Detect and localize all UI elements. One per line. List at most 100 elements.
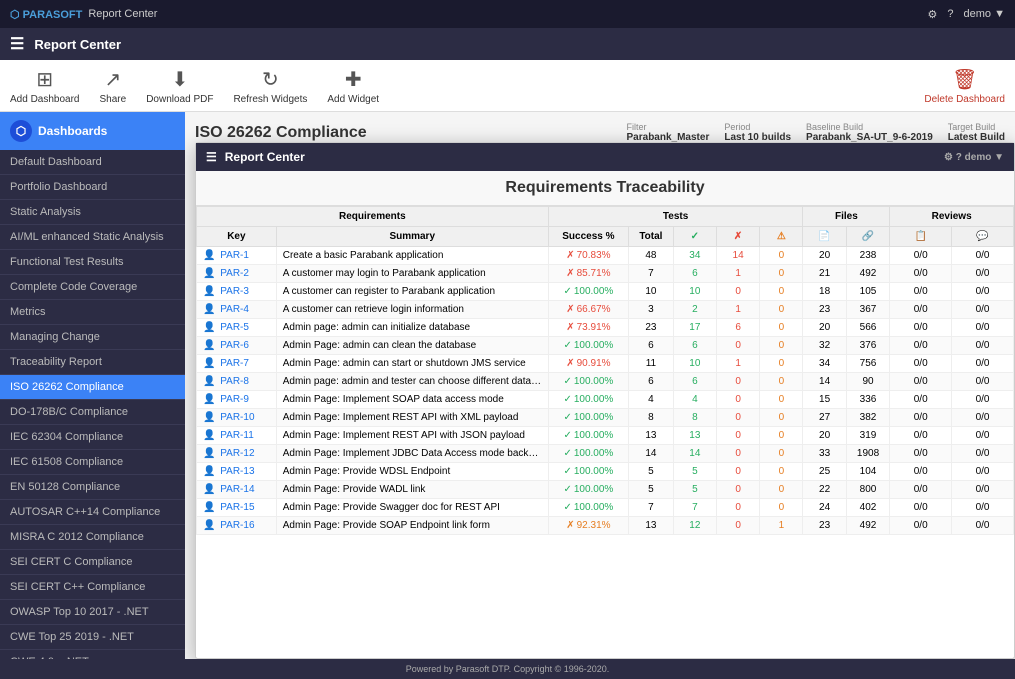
add-widget-button[interactable]: ✚ Add Widget [327,67,379,105]
sidebar-item-traceability-report[interactable]: Traceability Report [0,350,185,375]
table-row: 👤 PAR-3 A customer can register to Parab… [197,283,1014,301]
sidebar-item-iec-61508-compliance[interactable]: IEC 61508 Compliance [0,450,185,475]
req-review1: 0/0 [890,373,952,391]
req-review1: 0/0 [890,445,952,463]
refresh-widgets-button[interactable]: ↻ Refresh Widgets [233,67,307,105]
req-summary: Admin Page: Implement REST API with XML … [276,409,548,427]
sidebar-item-sei-cert-c-compliance[interactable]: SEI CERT C Compliance [0,550,185,575]
sidebar-item-complete-code-coverage[interactable]: Complete Code Coverage [0,275,185,300]
share-label: Share [100,94,127,105]
req-key[interactable]: 👤 PAR-8 [197,373,277,391]
header-title: Report Center [34,37,121,52]
req-failed: 0 [716,337,759,355]
req-key[interactable]: 👤 PAR-6 [197,337,277,355]
req-filelink: 382 [846,409,890,427]
file-link-header: 🔗 [846,227,890,247]
review-comment-header: 💬 [952,227,1014,247]
sidebar-item-sei-cert-c++-compliance[interactable]: SEI CERT C++ Compliance [0,575,185,600]
req-passed: 17 [673,319,716,337]
sidebar-item-iso-26262-compliance[interactable]: ISO 26262 Compliance [0,375,185,400]
req-review2: 0/0 [952,409,1014,427]
summary-header: Summary [276,227,548,247]
req-failed: 0 [716,445,759,463]
share-button[interactable]: ↗ Share [100,67,127,105]
add-dashboard-button[interactable]: ⊞ Add Dashboard [10,67,80,105]
req-review2: 0/0 [952,265,1014,283]
req-passed: 34 [673,247,716,265]
req-key[interactable]: 👤 PAR-3 [197,283,277,301]
req-passed: 14 [673,445,716,463]
sidebar-item-default-dashboard[interactable]: Default Dashboard [0,150,185,175]
sidebar-item-misra-c-2012-compliance[interactable]: MISRA C 2012 Compliance [0,525,185,550]
sidebar-item-ai/ml-enhanced-static-analysis[interactable]: AI/ML enhanced Static Analysis [0,225,185,250]
req-key[interactable]: 👤 PAR-16 [197,517,277,535]
req-key[interactable]: 👤 PAR-10 [197,409,277,427]
req-warning: 0 [760,247,803,265]
demo-dropdown[interactable]: demo ▼ [964,8,1005,20]
req-filecount: 14 [803,373,846,391]
req-summary: Admin Page: Provide WADL link [276,481,548,499]
table-row: 👤 PAR-14 Admin Page: Provide WADL link ✓… [197,481,1014,499]
req-key[interactable]: 👤 PAR-15 [197,499,277,517]
modal-top-right: ⚙ ? demo ▼ [944,152,1004,163]
req-total: 7 [629,265,674,283]
req-success: ✓100.00% [548,463,628,481]
req-success: ✓100.00% [548,481,628,499]
delete-dashboard-button[interactable]: 🗑 Delete Dashboard [924,67,1005,105]
req-review1: 0/0 [890,247,952,265]
req-review2: 0/0 [952,463,1014,481]
sidebar-item-iec-62304-compliance[interactable]: IEC 62304 Compliance [0,425,185,450]
req-review1: 0/0 [890,427,952,445]
req-key[interactable]: 👤 PAR-7 [197,355,277,373]
refresh-icon: ↻ [262,67,279,92]
gear-icon[interactable]: ⚙ [928,8,938,21]
req-key[interactable]: 👤 PAR-12 [197,445,277,463]
refresh-label: Refresh Widgets [233,94,307,105]
req-filelink: 367 [846,301,890,319]
req-passed: 7 [673,499,716,517]
req-failed: 0 [716,481,759,499]
page-title-row: ISO 26262 Compliance Filter Parabank_Mas… [195,122,1005,143]
req-review2: 0/0 [952,517,1014,535]
help-icon[interactable]: ? [947,8,953,20]
hamburger-icon[interactable]: ☰ [10,34,24,54]
sidebar-item-cwe-top-25-2019---.net[interactable]: CWE Top 25 2019 - .NET [0,625,185,650]
add-dashboard-icon: ⊞ [36,67,53,92]
req-review1: 0/0 [890,481,952,499]
sidebar-item-portfolio-dashboard[interactable]: Portfolio Dashboard [0,175,185,200]
req-failed: 0 [716,463,759,481]
sidebar-item-cwe-4.0---.net[interactable]: CWE 4.0 - .NET [0,650,185,659]
sidebar-item-metrics[interactable]: Metrics [0,300,185,325]
file-count-header: 📄 [803,227,846,247]
req-total: 13 [629,427,674,445]
req-passed: 5 [673,481,716,499]
req-key[interactable]: 👤 PAR-14 [197,481,277,499]
reviews-group-header: Reviews [890,207,1014,227]
table-row: 👤 PAR-9 Admin Page: Implement SOAP data … [197,391,1014,409]
req-success: ✓100.00% [548,499,628,517]
sidebar-item-static-analysis[interactable]: Static Analysis [0,200,185,225]
sidebar-item-en-50128-compliance[interactable]: EN 50128 Compliance [0,475,185,500]
req-filecount: 20 [803,427,846,445]
download-pdf-button[interactable]: ⬇ Download PDF [146,67,213,105]
sidebar-item-managing-change[interactable]: Managing Change [0,325,185,350]
dashboards-button[interactable]: ⬡ Dashboards [0,112,185,150]
req-key[interactable]: 👤 PAR-11 [197,427,277,445]
req-key[interactable]: 👤 PAR-9 [197,391,277,409]
req-key[interactable]: 👤 PAR-1 [197,247,277,265]
sidebar-item-do-178b/c-compliance[interactable]: DO-178B/C Compliance [0,400,185,425]
req-filelink: 402 [846,499,890,517]
req-key[interactable]: 👤 PAR-13 [197,463,277,481]
req-total: 5 [629,481,674,499]
modal-hamburger[interactable]: ☰ [206,150,217,164]
req-key[interactable]: 👤 PAR-4 [197,301,277,319]
sidebar-item-owasp-top-10-2017---.net[interactable]: OWASP Top 10 2017 - .NET [0,600,185,625]
req-key[interactable]: 👤 PAR-2 [197,265,277,283]
tests-group-header: Tests [548,207,803,227]
req-key[interactable]: 👤 PAR-5 [197,319,277,337]
sidebar-item-functional-test-results[interactable]: Functional Test Results [0,250,185,275]
req-review1: 0/0 [890,391,952,409]
req-review1: 0/0 [890,409,952,427]
table-row: 👤 PAR-6 Admin Page: admin can clean the … [197,337,1014,355]
sidebar-item-autosar-c++14-compliance[interactable]: AUTOSAR C++14 Compliance [0,500,185,525]
